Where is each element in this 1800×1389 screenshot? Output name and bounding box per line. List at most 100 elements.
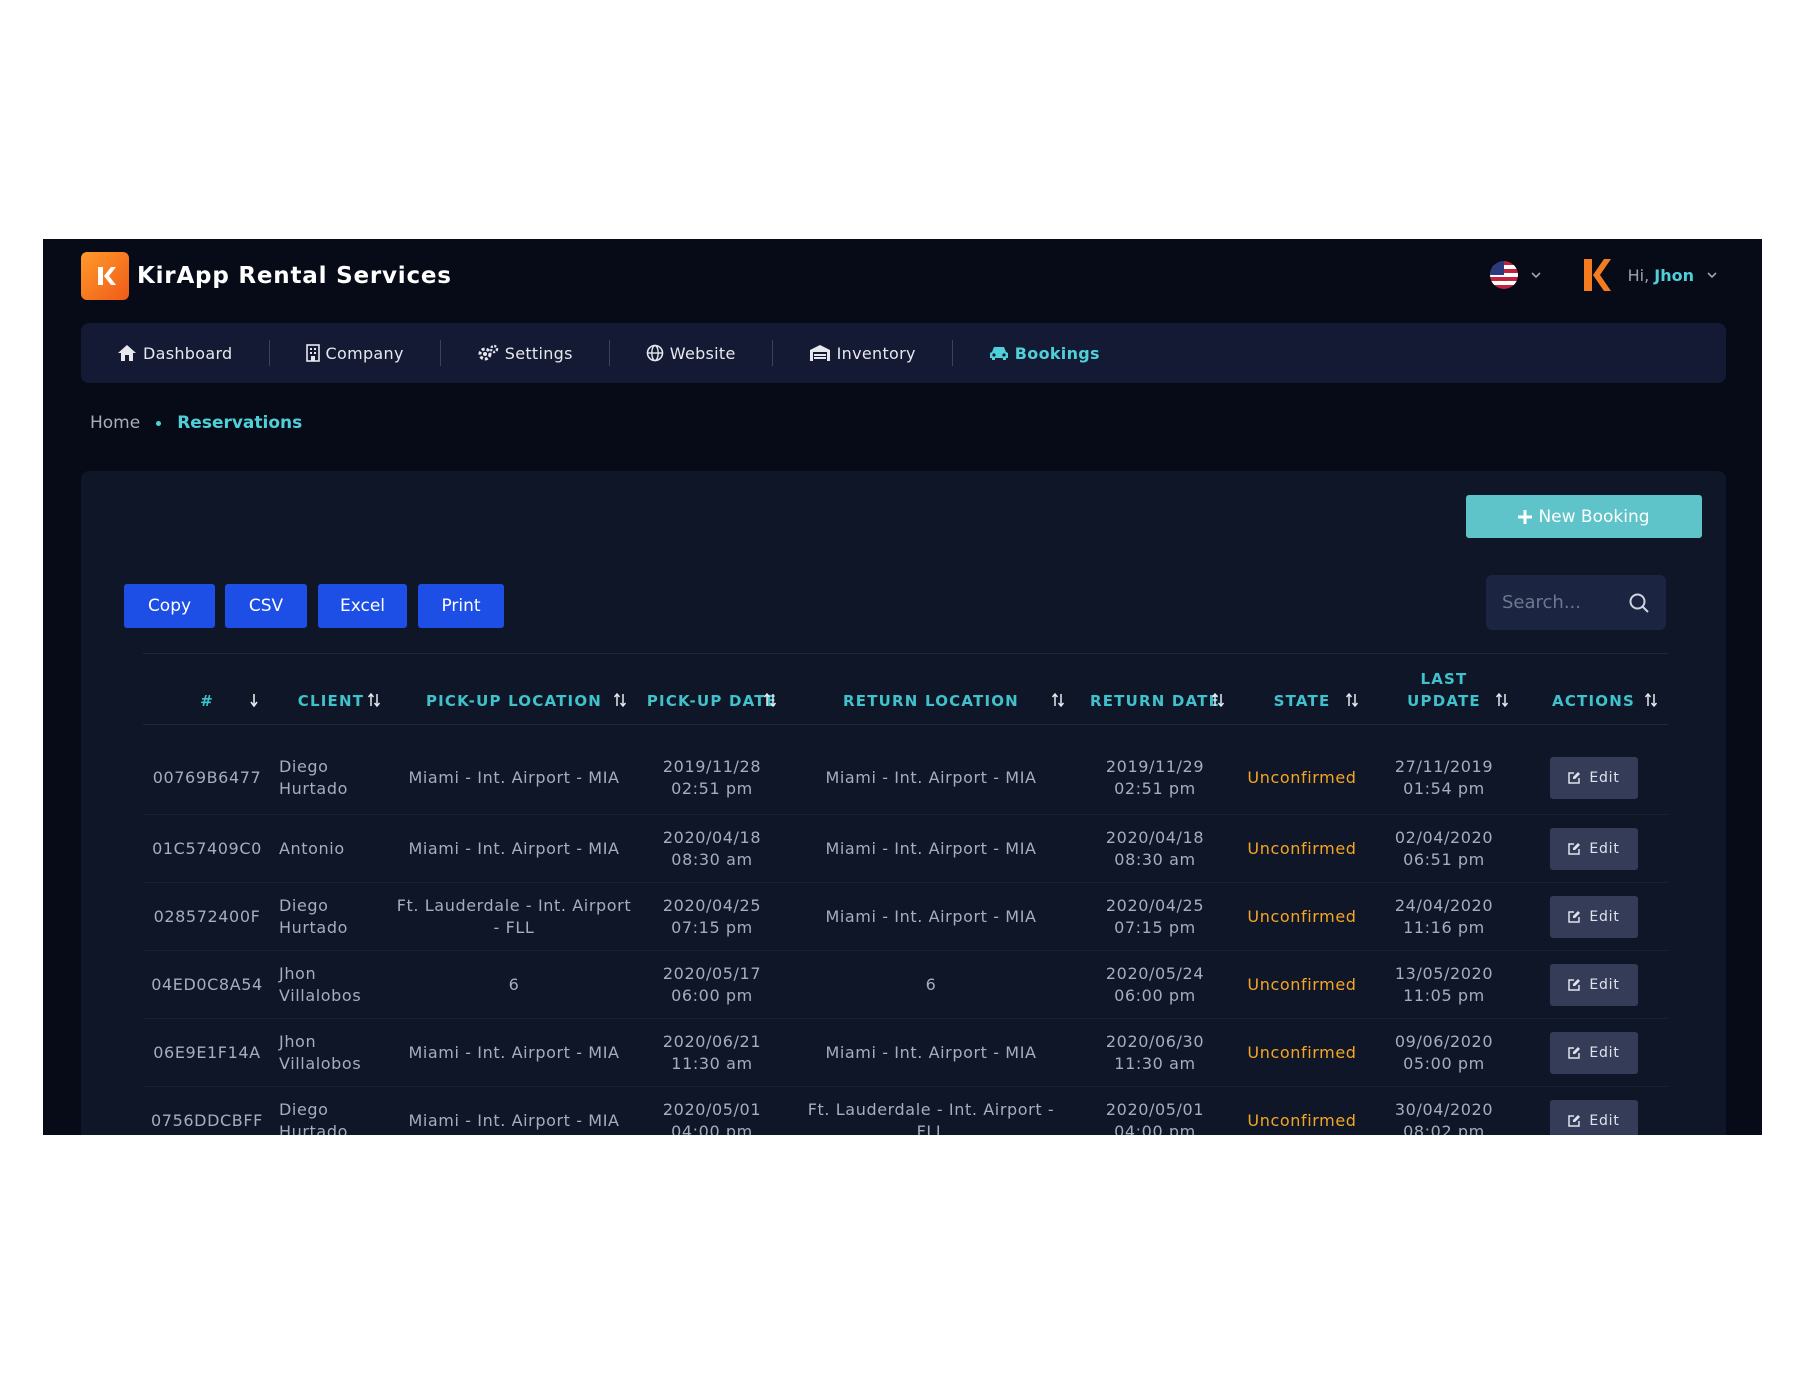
chevron-down-icon[interactable] (1528, 267, 1544, 283)
nav-bookings[interactable]: Bookings (989, 344, 1100, 363)
search-input[interactable] (1502, 592, 1612, 613)
edit-button[interactable]: Edit (1549, 827, 1638, 870)
edit-button[interactable]: Edit (1549, 963, 1638, 1006)
excel-button[interactable]: Excel (318, 584, 407, 628)
search-icon[interactable] (1628, 592, 1650, 614)
new-booking-button[interactable]: New Booking (1466, 495, 1702, 538)
sort-desc-icon[interactable] (247, 692, 261, 708)
col-header-return-date[interactable]: Return date (1075, 654, 1235, 725)
col-header-return-location[interactable]: Return location (787, 654, 1075, 725)
cell-return-location: Ft. Lauderdale - Int. Airport - FLL (807, 1099, 1055, 1136)
print-button[interactable]: Print (418, 584, 504, 628)
user-avatar-icon[interactable] (1582, 257, 1612, 293)
edit-button[interactable]: Edit (1549, 1099, 1638, 1135)
cell-state: Unconfirmed (1247, 974, 1357, 994)
nav-divider (951, 340, 953, 366)
breadcrumb-home[interactable]: Home (90, 413, 140, 433)
col-header-last-update[interactable]: Last update (1369, 654, 1519, 725)
cell-last-update: 24/04/2020 11:16 pm (1394, 895, 1494, 937)
cell-pickup-location: Miami - Int. Airport - MIA (408, 1042, 620, 1062)
header-actions: Hi, Jhon (1489, 257, 1720, 293)
user-menu-chevron-icon[interactable] (1704, 267, 1720, 283)
sort-icon[interactable] (763, 692, 777, 708)
sort-icon[interactable] (1345, 692, 1359, 708)
csv-button[interactable]: CSV (225, 584, 307, 628)
user-greeting[interactable]: Hi, Jhon (1628, 266, 1694, 285)
nav-divider (268, 340, 270, 366)
edit-icon (1568, 771, 1581, 784)
edit-button[interactable]: Edit (1549, 895, 1638, 938)
col-header-pickup-location[interactable]: Pick-up location (391, 654, 637, 725)
cell-client: Diego Hurtado (279, 1099, 348, 1136)
breadcrumb: Home Reservations (90, 413, 302, 433)
user-name: Jhon (1654, 265, 1694, 285)
nav-inventory[interactable]: Inventory (809, 344, 916, 363)
col-header-state-label: State (1273, 692, 1331, 710)
sort-icon[interactable] (1051, 692, 1065, 708)
sort-icon[interactable] (1495, 692, 1509, 708)
cell-return-date: 2020/05/01 04:00 pm (1105, 1099, 1205, 1136)
breadcrumb-current: Reservations (177, 413, 303, 433)
col-header-number-label: # (200, 692, 214, 710)
cell-pickup-location: Miami - Int. Airport - MIA (408, 1110, 620, 1130)
cell-pickup-date: 2020/06/21 11:30 am (662, 1031, 762, 1073)
nav-website[interactable]: Website (646, 344, 736, 363)
edit-icon (1568, 1046, 1581, 1059)
cell-actions: Edit (1519, 951, 1668, 1019)
cell-return-location: Miami - Int. Airport - MIA (825, 838, 1037, 858)
gears-icon (478, 344, 498, 361)
cell-pickup-location: 6 (508, 974, 520, 994)
cell-pickup-date: 2020/04/18 08:30 am (662, 827, 762, 869)
brand[interactable]: KirApp Rental Services (81, 252, 452, 300)
sort-icon[interactable] (1644, 692, 1658, 708)
edit-icon (1568, 978, 1581, 991)
nav-company[interactable]: Company (305, 344, 404, 363)
table-row: 06E9E1F14A Jhon Villalobos Miami - Int. … (143, 1019, 1668, 1087)
copy-button[interactable]: Copy (124, 584, 215, 628)
language-flag-icon[interactable] (1489, 261, 1518, 289)
cell-pickup-date: 2020/05/01 04:00 pm (662, 1099, 762, 1136)
search-box (1486, 575, 1666, 630)
cell-state: Unconfirmed (1247, 767, 1357, 787)
cell-state: Unconfirmed (1247, 1042, 1357, 1062)
home-icon (118, 345, 136, 361)
nav-divider (439, 340, 441, 366)
cell-return-location: 6 (925, 974, 937, 994)
warehouse-icon (809, 345, 830, 361)
col-header-client[interactable]: Client (271, 654, 391, 725)
col-header-return-date-label: Return date (1089, 692, 1221, 710)
col-header-pickup-location-label: Pick-up location (425, 692, 603, 710)
table-row: 04ED0C8A54 Jhon Villalobos 6 2020/05/17 … (143, 951, 1668, 1019)
cell-last-update: 27/11/2019 01:54 pm (1394, 756, 1494, 798)
sort-icon[interactable] (367, 692, 381, 708)
edit-button[interactable]: Edit (1549, 1031, 1638, 1074)
reservations-table: # Client Pick-up location Pick-up date R… (143, 653, 1668, 1135)
edit-label: Edit (1589, 1044, 1620, 1061)
cell-actions: Edit (1519, 1019, 1668, 1087)
table-row: 0756DDCBFF Diego Hurtado Miami - Int. Ai… (143, 1087, 1668, 1136)
app-window: KirApp Rental Services Hi, Jhon Dashboar… (43, 239, 1762, 1135)
cell-last-update: 13/05/2020 11:05 pm (1394, 963, 1494, 1005)
col-header-pickup-date[interactable]: Pick-up date (637, 654, 787, 725)
sort-icon[interactable] (613, 692, 627, 708)
cell-actions: Edit (1519, 725, 1668, 815)
cell-actions: Edit (1519, 1087, 1668, 1135)
cell-client: Diego Hurtado (279, 895, 348, 937)
cell-last-update: 30/04/2020 08:02 pm (1394, 1099, 1494, 1136)
col-header-number[interactable]: # (143, 654, 271, 725)
cell-return-date: 2020/05/24 06:00 pm (1105, 963, 1205, 1005)
greeting-text: Hi, (1627, 265, 1650, 285)
nav-dashboard[interactable]: Dashboard (117, 344, 233, 363)
cell-client: Jhon Villalobos (279, 963, 362, 1005)
col-header-actions[interactable]: Actions (1519, 654, 1668, 725)
nav-settings[interactable]: Settings (477, 344, 573, 363)
cell-client: Jhon Villalobos (279, 1031, 362, 1073)
sort-icon[interactable] (1211, 692, 1225, 708)
cell-state: Unconfirmed (1247, 838, 1357, 858)
table-header-row: # Client Pick-up location Pick-up date R… (143, 653, 1668, 725)
cell-return-date: 2019/11/29 02:51 pm (1105, 756, 1205, 798)
cell-return-date: 2020/04/18 08:30 am (1105, 827, 1205, 869)
edit-button[interactable]: Edit (1549, 756, 1638, 799)
col-header-state[interactable]: State (1235, 654, 1369, 725)
edit-label: Edit (1589, 908, 1620, 925)
